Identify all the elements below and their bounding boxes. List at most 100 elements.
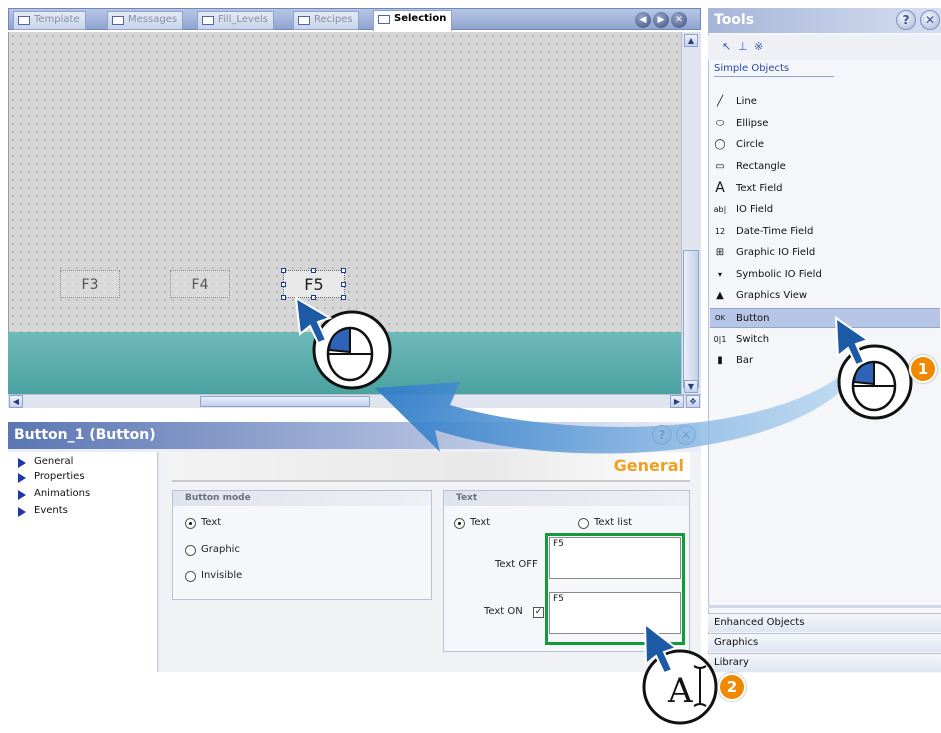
tool-item-circle[interactable]: ◯ Circle [710, 135, 940, 155]
text-field-icon: A [715, 180, 725, 196]
accordion-library[interactable]: Library [708, 653, 941, 672]
arrow-right-icon [18, 490, 26, 500]
graphics-tools-icon[interactable]: ※ [754, 40, 763, 53]
tool-item-switch[interactable]: 0|1 Switch [710, 330, 940, 350]
f4-key-button[interactable]: F4 [170, 270, 230, 298]
radio-mode-graphic[interactable]: Graphic [185, 544, 240, 556]
screen-icon [202, 16, 214, 25]
tree-item-animations[interactable]: Animations [16, 488, 90, 500]
text-off-label: Text OFF [495, 559, 538, 570]
tools-close-icon[interactable]: ✕ [920, 10, 940, 30]
button-mode-heading: Button mode [173, 491, 431, 506]
pointer-icon[interactable]: ↖ [722, 40, 731, 53]
selection-handle[interactable] [341, 268, 346, 273]
radio-mode-invisible[interactable]: Invisible [185, 570, 242, 582]
radio-selected-icon [454, 518, 465, 529]
text-on-checkbox[interactable]: ✓ [533, 607, 544, 618]
highlight-frame [545, 533, 685, 645]
tool-item-rectangle[interactable]: ▭ Rectangle [710, 157, 940, 177]
help-icon[interactable]: ? [652, 425, 672, 445]
screen-icon [298, 16, 310, 25]
radio-text[interactable]: Text [454, 517, 490, 529]
step-badge-1: 1 [909, 355, 937, 383]
tree-item-events[interactable]: Events [16, 505, 68, 517]
tool-item-symbolic-io-field[interactable]: ▾ Symbolic IO Field [710, 265, 940, 285]
arrow-right-icon [18, 473, 26, 483]
move-icon[interactable]: ✥ [686, 395, 700, 408]
tree-item-general[interactable]: General [16, 456, 73, 468]
screen-footer-area [8, 332, 681, 394]
tool-item-button[interactable]: OK Button [710, 308, 940, 328]
f5-key-button-selected[interactable]: F5 [283, 270, 345, 298]
f3-key-button[interactable]: F3 [60, 270, 120, 298]
accordion-enhanced-objects[interactable]: Enhanced Objects [708, 613, 941, 632]
tool-item-io-field[interactable]: ab| IO Field [710, 200, 940, 220]
scroll-down-icon[interactable]: ▼ [684, 380, 698, 393]
screen-icon [112, 16, 124, 25]
tool-item-text-field[interactable]: A Text Field [710, 179, 940, 199]
arrow-right-icon [18, 458, 26, 468]
selection-handle[interactable] [311, 268, 316, 273]
button-mode-group: Button mode Text Graphic Invisible [172, 490, 432, 600]
selection-handle[interactable] [341, 282, 346, 287]
graphic-io-icon: ⊞ [715, 247, 725, 258]
button-icon: OK [714, 314, 726, 322]
selection-handle[interactable] [281, 282, 286, 287]
tool-item-graphics-view[interactable]: ▲ Graphics View [710, 286, 940, 306]
close-editor-icon[interactable]: ✕ [671, 12, 687, 28]
scroll-up-icon[interactable]: ▲ [684, 34, 698, 47]
arrow-right-icon [18, 507, 26, 517]
screen-icon [378, 15, 390, 24]
step-badge-2: 2 [718, 673, 746, 701]
tab-selection[interactable]: Selection [373, 10, 453, 31]
accordion-graphics[interactable]: Graphics [708, 633, 941, 652]
selection-handle[interactable] [341, 295, 346, 300]
switch-icon: 0|1 [713, 335, 727, 344]
section-title: General [613, 456, 684, 475]
scroll-right-icon[interactable]: ▶ [670, 395, 684, 408]
tool-item-date-time-field[interactable]: 12 Date-Time Field [710, 222, 940, 242]
bar-icon: ▮ [717, 355, 723, 366]
symbolic-io-icon: ▾ [717, 270, 722, 279]
radio-icon [578, 518, 589, 529]
horizontal-scroll-thumb[interactable] [200, 396, 370, 407]
circle-icon: ◯ [714, 139, 726, 150]
tab-scroll-left-icon[interactable]: ◀ [635, 12, 651, 28]
radio-mode-text[interactable]: Text [185, 517, 221, 529]
tool-item-line[interactable]: ╱ Line [710, 92, 940, 112]
panel-splitter[interactable] [708, 605, 941, 608]
properties-title: Button_1 (Button) [8, 422, 701, 449]
tab-template[interactable]: Template [13, 11, 86, 30]
simple-objects-header[interactable]: Simple Objects [714, 63, 789, 74]
editor-tab-bar: Template Messages Fill_Levels Recipes Se… [8, 8, 701, 31]
text-heading: Text [444, 491, 689, 506]
tool-item-bar[interactable]: ▮ Bar [710, 351, 940, 371]
tool-item-graphic-io-field[interactable]: ⊞ Graphic IO Field [710, 243, 940, 263]
tools-help-icon[interactable]: ? [896, 10, 916, 30]
vertical-scroll-thumb[interactable] [683, 250, 699, 388]
radio-text-list[interactable]: Text list [578, 517, 632, 529]
selection-handle[interactable] [311, 295, 316, 300]
section-divider [714, 76, 834, 77]
text-on-label: Text ON [484, 606, 523, 617]
selection-handle[interactable] [281, 268, 286, 273]
tab-scroll-right-icon[interactable]: ▶ [653, 12, 669, 28]
tab-recipes[interactable]: Recipes [293, 11, 359, 30]
rectangle-icon: ▭ [715, 161, 725, 172]
selection-handle[interactable] [281, 295, 286, 300]
radio-selected-icon [185, 518, 196, 529]
section-header: General [172, 452, 690, 482]
io-field-icon: ab| [713, 205, 727, 214]
tool-item-ellipse[interactable]: ⬭ Ellipse [710, 114, 940, 134]
svg-text:A: A [667, 671, 693, 711]
properties-tree: General Properties Animations Events [8, 452, 158, 672]
tools-toolbar: ↖ ⊥ ※ [708, 35, 941, 60]
tab-messages[interactable]: Messages [107, 11, 184, 30]
object-tools-icon[interactable]: ⊥ [738, 40, 748, 53]
tab-fill-levels[interactable]: Fill_Levels [197, 11, 274, 30]
ellipse-icon: ⬭ [715, 118, 725, 129]
scroll-left-icon[interactable]: ◀ [9, 395, 23, 408]
close-icon[interactable]: ✕ [676, 425, 696, 445]
radio-icon [185, 545, 196, 556]
tree-item-properties[interactable]: Properties [16, 471, 85, 483]
